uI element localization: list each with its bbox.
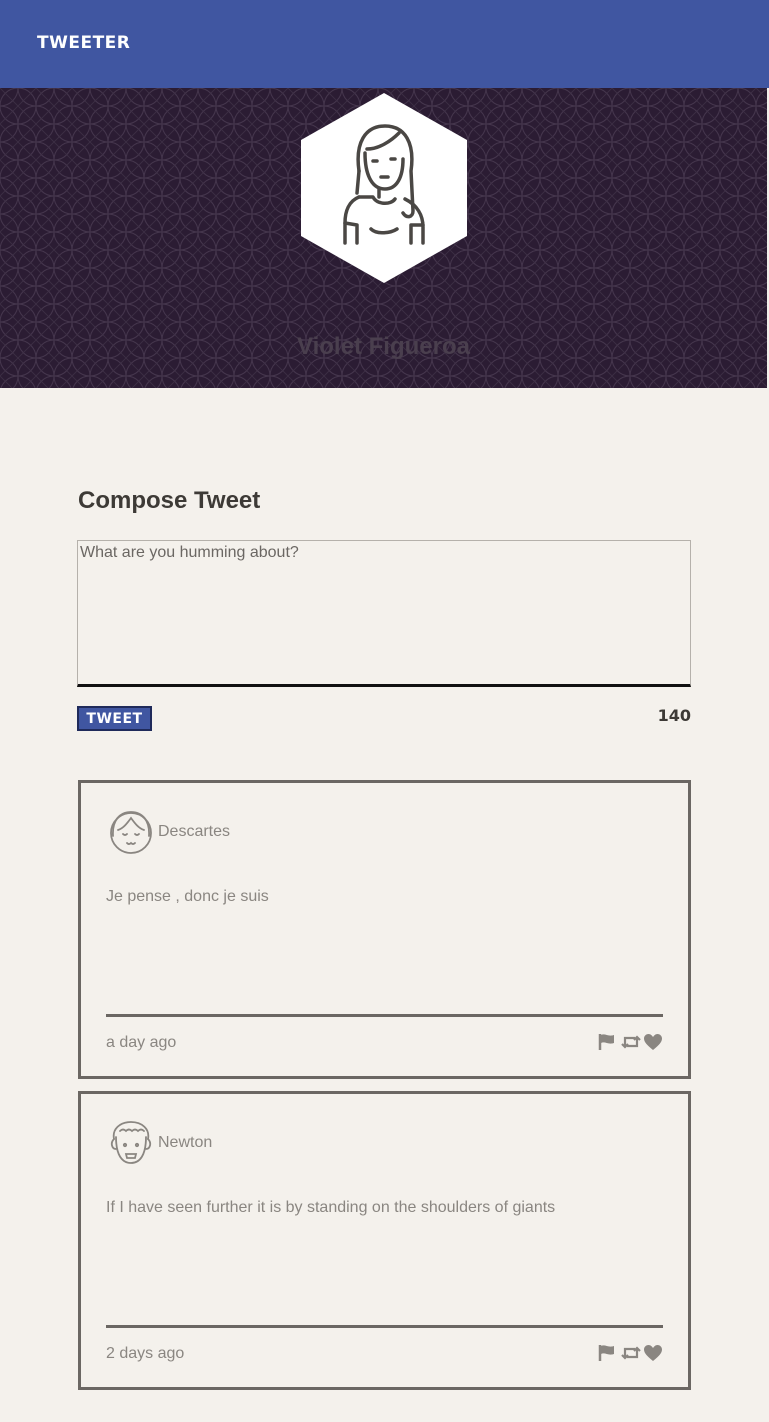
tweet-author[interactable]: Newton — [158, 1134, 212, 1152]
navbar: TWEETER — [0, 0, 769, 88]
tweet-author[interactable]: Descartes — [158, 823, 230, 841]
tweet-input[interactable] — [77, 540, 691, 687]
tweet-timestamp: 2 days ago — [106, 1345, 185, 1362]
compose-title: Compose Tweet — [78, 487, 261, 514]
retweet-icon[interactable] — [620, 1344, 641, 1362]
heart-icon[interactable] — [643, 1033, 663, 1051]
tweet-text: Je pense , donc je suis — [106, 888, 269, 905]
flag-icon[interactable] — [597, 1033, 617, 1051]
tweet-divider — [106, 1325, 663, 1328]
profile-banner: Violet Figueroa — [0, 88, 767, 388]
tweet-card: Descartes Je pense , donc je suis a day … — [78, 780, 691, 1079]
tweet-timestamp: a day ago — [106, 1034, 177, 1051]
profile-name: Violet Figueroa — [297, 333, 470, 360]
brand-logo[interactable]: TWEETER — [37, 33, 130, 53]
tweet-actions — [597, 1344, 663, 1362]
char-counter: 140 — [657, 706, 691, 725]
newton-avatar-icon — [110, 1121, 152, 1164]
profile-avatar — [301, 93, 467, 283]
tweet-divider — [106, 1014, 663, 1017]
tweet-card: Newton If I have seen further it is by s… — [78, 1091, 691, 1390]
heart-icon[interactable] — [643, 1344, 663, 1362]
descartes-avatar-icon — [110, 811, 152, 854]
retweet-icon[interactable] — [620, 1033, 641, 1051]
tweet-button[interactable]: TWEET — [77, 706, 152, 731]
woman-avatar-icon — [301, 93, 467, 283]
flag-icon[interactable] — [597, 1344, 617, 1362]
tweet-text: If I have seen further it is by standing… — [106, 1199, 556, 1216]
tweet-actions — [597, 1033, 663, 1051]
